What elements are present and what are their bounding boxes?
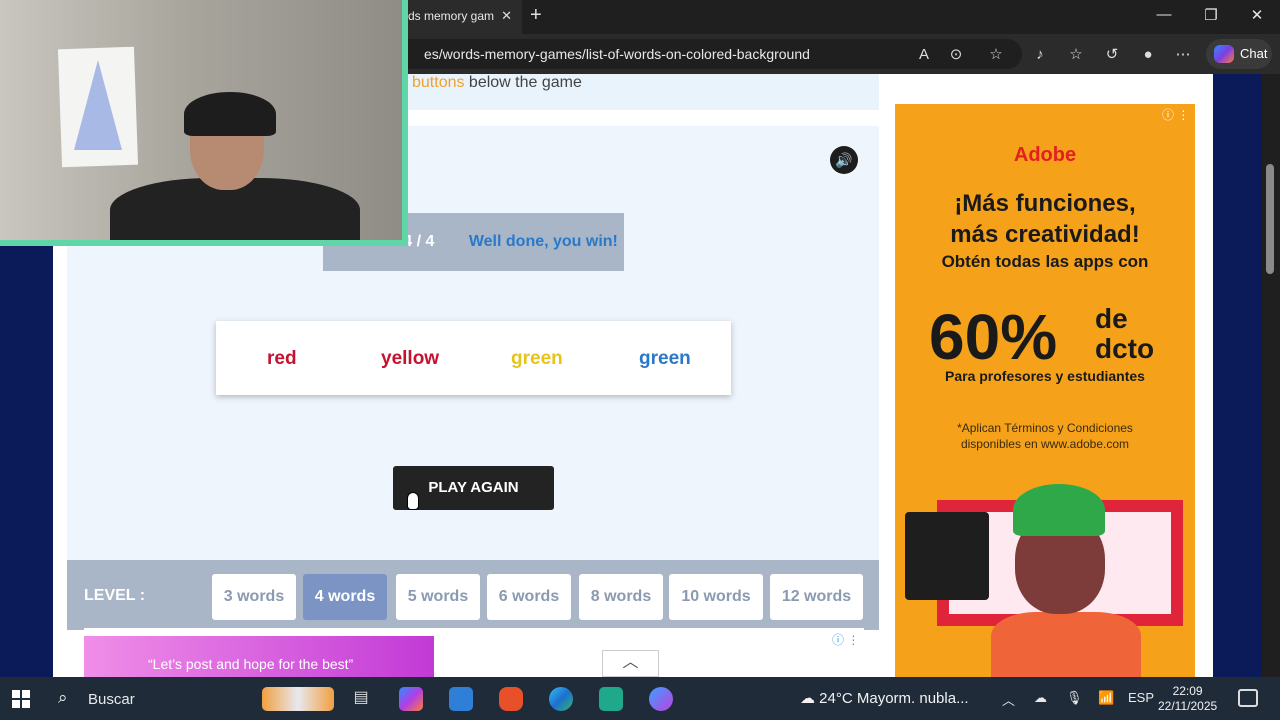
favorites-icon[interactable]: ☆ [1064, 43, 1088, 67]
bottom-ad-text: “Let’s post and hope for the best” [148, 656, 354, 672]
mouse-cursor-icon [407, 492, 419, 510]
ad-illustration-card [905, 512, 989, 600]
url-text: es/words-memory-games/list-of-words-on-c… [424, 46, 810, 62]
system-clock[interactable]: 22:09 22/11/2025 [1158, 684, 1217, 714]
store-icon[interactable] [449, 687, 473, 711]
level-4-words-button[interactable]: 4 words [303, 574, 387, 620]
restore-icon[interactable]: ❐ [1196, 6, 1226, 24]
notifications-icon[interactable] [1238, 689, 1258, 707]
settings-menu-icon[interactable]: ⋯ [1171, 43, 1195, 67]
task-view-icon[interactable]: ▤ [349, 687, 373, 711]
level-3-words-button[interactable]: 3 words [212, 574, 296, 620]
paint-app-icon[interactable] [649, 687, 673, 711]
level-label: LEVEL : [84, 587, 146, 604]
word-2: yellow [381, 348, 440, 369]
clock-date: 22/11/2025 [1158, 699, 1218, 713]
sound-icon[interactable]: 🔊 [830, 146, 858, 174]
side-ad[interactable]: Adobe ¡Más funciones, más creatividad! O… [895, 104, 1195, 677]
copilot-icon [1214, 45, 1234, 63]
word-4: green [639, 348, 691, 369]
ad-headline-line-1: ¡Más funciones, [954, 190, 1136, 217]
close-tab-icon[interactable]: ✕ [501, 8, 512, 24]
level-5-words-button[interactable]: 5 words [396, 574, 480, 620]
weather-desc: Mayorm. nubla... [856, 690, 969, 707]
word-list: red yellow green green [216, 321, 731, 395]
result-message: Well done, you win! [468, 233, 618, 250]
person-cap [184, 92, 276, 136]
ad-discount-suffix: de dcto [1095, 304, 1154, 364]
taskbar-widget-icon[interactable] [262, 687, 334, 711]
profile-avatar-icon[interactable]: ● [1136, 43, 1160, 67]
read-aloud-icon[interactable]: A [912, 43, 936, 67]
ad-headline-line-2: más creatividad! [950, 221, 1140, 248]
ad-discount: 60% [929, 301, 1058, 373]
history-icon[interactable]: ↺ [1100, 43, 1124, 67]
more-tools-icon[interactable]: ⊙ [944, 43, 968, 67]
tree-drawing [74, 60, 122, 150]
level-bar: LEVEL : 3 words 4 words 5 words 6 words … [67, 560, 879, 630]
tab-title: rds memory gam [404, 9, 495, 23]
side-ad-info-icon[interactable]: ⓘ ⋮ [1162, 106, 1189, 123]
ad-headline: ¡Más funciones, más creatividad! [895, 188, 1195, 250]
level-10-words-button[interactable]: 10 words [669, 574, 763, 620]
scroll-up-chevron-icon[interactable]: ︿ [602, 650, 659, 677]
browser-tab[interactable]: rds memory gam ✕ [392, 0, 522, 34]
ad-fine-print-2: disponibles en www.adobe.com [960, 437, 1130, 451]
level-12-words-button[interactable]: 12 words [770, 574, 863, 620]
word-1: red [267, 348, 297, 369]
page-scrollbar[interactable] [1262, 74, 1280, 677]
onedrive-icon[interactable]: ☁ [1034, 690, 1047, 706]
level-8-words-button[interactable]: 8 words [579, 574, 663, 620]
edge-browser-icon[interactable] [549, 687, 573, 711]
word-3: green [511, 348, 563, 369]
tray-chevron-icon[interactable]: ︿ [1002, 690, 1015, 709]
wifi-icon[interactable]: 📶 [1098, 690, 1114, 706]
taskbar: ⌕ Buscar ▤ ☁ 24°C Mayorm. nubla... ︿ ☁ 🎙… [0, 677, 1280, 720]
scrollbar-thumb[interactable] [1266, 164, 1274, 274]
minimize-icon[interactable]: — [1149, 6, 1179, 23]
taskbar-search[interactable]: ⌕ Buscar [52, 683, 252, 715]
ad-fine-print-1: *Aplican Términos y Condiciones [957, 421, 1133, 435]
ad-illustration-body [991, 612, 1141, 677]
language-indicator[interactable]: ESP [1128, 690, 1154, 705]
level-6-words-button[interactable]: 6 words [487, 574, 571, 620]
brave-browser-icon[interactable] [499, 687, 523, 711]
ad-audience: Para profesores y estudiantes [945, 368, 1145, 384]
clock-time: 22:09 [1172, 684, 1203, 698]
chat-label: Chat [1240, 46, 1268, 61]
new-tab-icon[interactable]: + [530, 4, 542, 27]
ad-brand: Adobe [1013, 144, 1077, 166]
instructions-text: below the game [464, 74, 582, 91]
weather-temp: 24°C [819, 690, 853, 707]
close-window-icon[interactable]: ✕ [1242, 6, 1272, 24]
windows-start-icon[interactable] [12, 690, 30, 708]
messaging-app-icon[interactable] [599, 687, 623, 711]
bottom-ad-banner[interactable]: “Let’s post and hope for the best” [84, 636, 434, 677]
ad-fine-print: *Aplican Términos y Condiciones disponib… [895, 420, 1195, 452]
ad-illustration-hair [1013, 484, 1105, 536]
favorite-star-icon[interactable]: ☆ [984, 43, 1008, 67]
weather-widget[interactable]: ☁ 24°C Mayorm. nubla... [800, 689, 969, 707]
ad-info-icon[interactable]: ⓘ ⋮ [832, 631, 859, 648]
search-placeholder: Buscar [88, 691, 135, 708]
copilot-app-icon[interactable] [399, 687, 423, 711]
microphone-icon[interactable]: 🎙 [1066, 690, 1083, 706]
copilot-chat-button[interactable]: Chat [1206, 39, 1272, 69]
extensions-icon[interactable]: ♪ [1028, 43, 1052, 67]
ad-subheadline: Obtén todas las apps con [941, 252, 1149, 271]
search-icon: ⌕ [58, 688, 68, 707]
instructions-highlight: buttons [412, 74, 465, 91]
ad-discount-suffix-1: de [1095, 303, 1128, 334]
ad-discount-suffix-2: dcto [1095, 333, 1155, 364]
webcam-overlay [0, 0, 408, 246]
weather-icon: ☁ [800, 690, 815, 707]
